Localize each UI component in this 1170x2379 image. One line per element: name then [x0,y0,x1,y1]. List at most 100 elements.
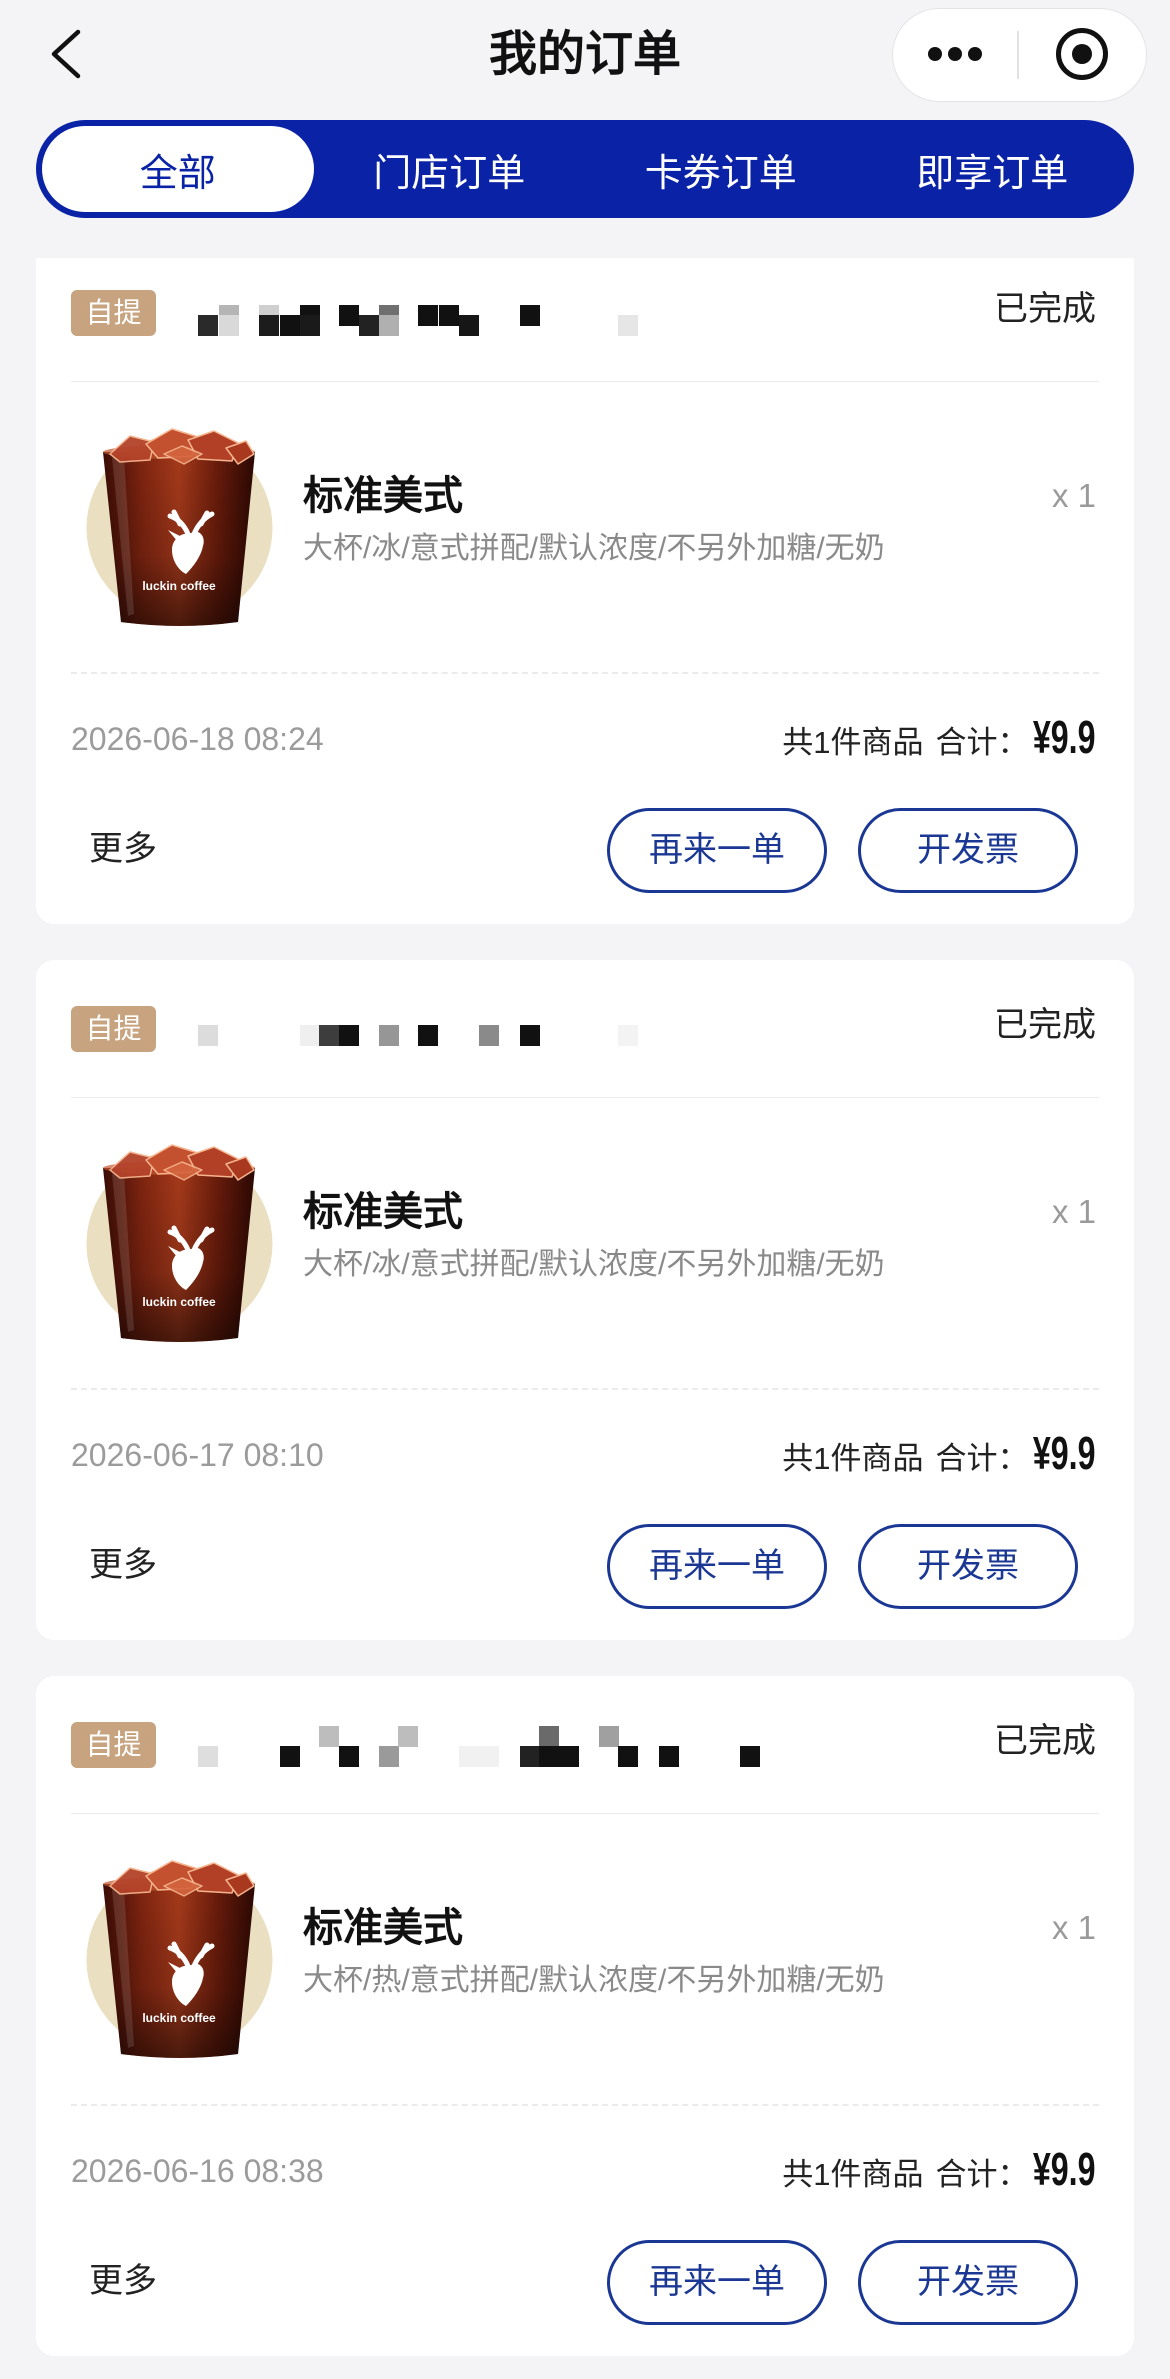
redaction-block [418,305,438,326]
item-count: 共1件商品 [782,2157,924,2192]
order-status: 已完成 [994,290,1096,328]
redaction-block [198,1025,218,1046]
product-image: luckin coffee [86,1140,273,1345]
more-link[interactable]: 更多 [89,2261,157,2301]
iced-americano-image: luckin coffee [86,1860,273,2058]
item-count: 共1件商品 [782,725,924,760]
redaction-block [259,315,279,336]
redaction-block [300,315,320,336]
total-label: 合计： [935,725,1029,760]
reorder-button[interactable]: 再来一单 [607,1524,827,1609]
product-name: 标准美式 [303,474,463,518]
product-spec: 大杯/热/意式拼配/默认浓度/不另外加糖/无奶 [303,1964,885,1997]
product-spec: 大杯/冰/意式拼配/默认浓度/不另外加糖/无奶 [303,532,885,565]
product-quantity: x 1 [1051,477,1096,514]
order-time: 2026-06-18 08:24 [71,721,324,757]
ice-cubes [109,428,255,465]
tab-all[interactable]: 全部 [42,126,314,212]
more-link[interactable]: 更多 [89,829,157,869]
total-price: ¥9.9 [1033,711,1096,763]
invoice-button[interactable]: 开发票 [858,2240,1078,2325]
redaction-block [479,1746,499,1767]
reorder-button[interactable]: 再来一单 [607,808,827,893]
top-bar: 我的订单 全部 门店订单 卡券订单 即享订单 [0,0,1170,258]
pickup-tag: 自提 [71,1722,156,1768]
tab-voucher-orders[interactable]: 卡券订单 [585,126,857,212]
order-card[interactable]: 自提 已完成 luckin coffee [36,244,1134,924]
total-label: 合计： [935,1441,1029,1476]
order-card[interactable]: 自提 已完成 luckin coffee [36,1676,1134,2356]
redaction-block [319,1726,339,1747]
redaction-block [300,1025,320,1046]
redaction-block [618,1746,638,1767]
product-spec: 大杯/冰/意式拼配/默认浓度/不另外加糖/无奶 [303,1248,885,1281]
more-link[interactable]: 更多 [89,1545,157,1585]
tab-store-orders[interactable]: 门店订单 [314,126,586,212]
total-price: ¥9.9 [1033,1427,1096,1479]
order-type-tabs: 全部 门店订单 卡券订单 即享订单 [36,120,1134,218]
iced-americano-image: luckin coffee [86,428,273,626]
redaction-block [379,1025,399,1046]
redaction-block [520,1746,540,1767]
redaction-block [379,315,399,336]
redaction-block [618,315,638,336]
redaction-block [539,1726,559,1747]
redaction-block [539,1746,559,1767]
more-dots-icon [948,47,962,61]
redaction-block [618,1025,638,1046]
more-dots-icon [968,47,982,61]
divider [71,1097,1099,1098]
redaction-block [599,1726,619,1747]
order-time: 2026-06-17 08:10 [71,1437,324,1473]
redaction-block [280,315,300,336]
redaction-block [520,305,540,326]
redaction-block [198,1746,218,1767]
order-card[interactable]: 自提 已完成 luckin coffee [36,960,1134,1640]
logo-text: luckin coffee [142,579,216,593]
redacted-store-name [198,1726,798,1774]
order-status: 已完成 [994,1006,1096,1044]
redaction-block [439,305,459,326]
redaction-block [559,1746,579,1767]
redaction-block [459,1746,479,1767]
product-quantity: x 1 [1051,1193,1096,1230]
redaction-block [459,315,479,336]
redaction-block [339,305,359,326]
product-quantity: x 1 [1051,1909,1096,1946]
redacted-store-name [198,1018,798,1058]
dashed-divider [71,672,1099,674]
chevron-left-icon[interactable] [44,24,88,84]
order-summary: 共1件商品 合计： ¥9.9 [782,1426,1096,1480]
divider [71,1813,1099,1814]
more-dots-button[interactable] [893,9,1017,100]
redaction-block [659,1746,679,1767]
total-label: 合计： [935,2157,1029,2192]
logo-text: luckin coffee [142,1295,216,1309]
iced-americano-image: luckin coffee [86,1144,273,1342]
more-dots-icon [928,47,942,61]
close-miniprogram-button[interactable] [1021,9,1145,100]
target-circle-icon [1056,28,1108,80]
logo-text: luckin coffee [142,2011,216,2025]
redaction-block [520,1025,540,1046]
redaction-block [319,1025,339,1046]
redaction-block [219,315,239,336]
redaction-block [339,1746,359,1767]
pickup-tag: 自提 [71,1006,156,1052]
mini-program-capsule [892,8,1147,102]
product-image: luckin coffee [86,1856,273,2061]
capsule-divider [1017,31,1019,79]
order-status: 已完成 [994,1722,1096,1760]
item-count: 共1件商品 [782,1441,924,1476]
redaction-block [418,1025,438,1046]
invoice-button[interactable]: 开发票 [858,808,1078,893]
reorder-button[interactable]: 再来一单 [607,2240,827,2325]
product-image: luckin coffee [86,424,273,629]
product-name: 标准美式 [303,1906,463,1950]
target-dot [1072,44,1092,64]
order-time: 2026-06-16 08:38 [71,2153,324,2189]
redaction-block [740,1746,760,1767]
invoice-button[interactable]: 开发票 [858,1524,1078,1609]
tab-instant-orders[interactable]: 即享订单 [857,126,1129,212]
divider [71,381,1099,382]
